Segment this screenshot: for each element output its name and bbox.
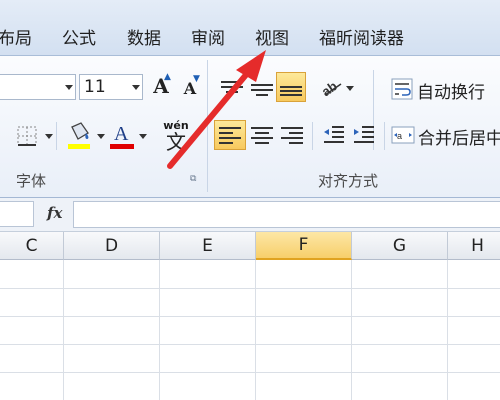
arrow-shaft [167, 67, 253, 169]
annotation-arrow [167, 50, 266, 169]
